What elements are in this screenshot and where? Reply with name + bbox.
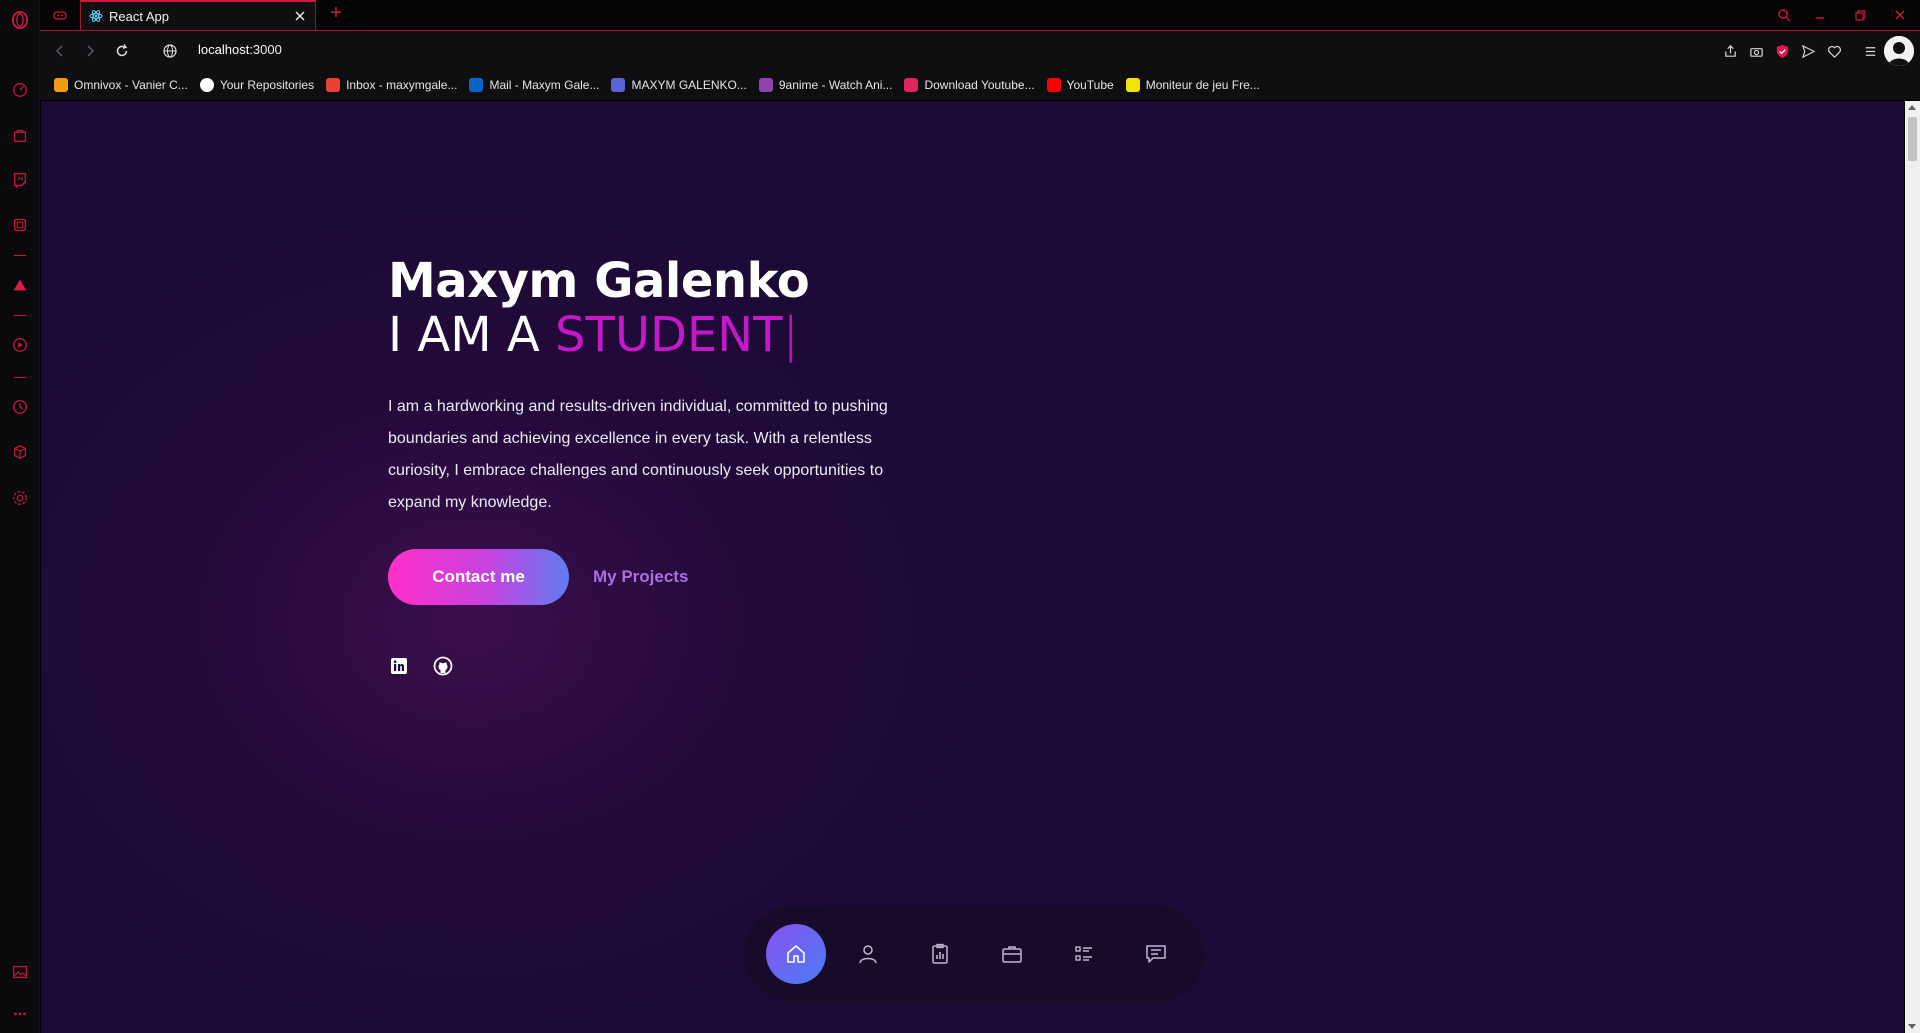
bookmark-item[interactable]: Download Youtube... xyxy=(904,77,1035,92)
github-icon xyxy=(199,77,214,92)
scroll-up-arrow[interactable] xyxy=(1908,105,1916,110)
browser-sidebar xyxy=(0,0,40,1033)
gamepad-icon[interactable] xyxy=(52,7,68,23)
share-icon[interactable] xyxy=(1720,41,1740,61)
youtube-icon xyxy=(1046,77,1061,92)
hero-section: Maxym Galenko I AM A STUDENT| I am a har… xyxy=(388,253,948,677)
hero-typewriter: I AM A STUDENT| xyxy=(388,309,948,361)
bookmark-heart-icon[interactable] xyxy=(1824,41,1844,61)
gmail-icon xyxy=(326,77,341,92)
react-favicon-icon xyxy=(89,9,103,23)
more-options-icon[interactable] xyxy=(10,1004,30,1024)
outlook-icon xyxy=(469,77,484,92)
list-icon xyxy=(1075,946,1092,961)
user-icon xyxy=(859,945,877,964)
nav-projects-button[interactable] xyxy=(1054,924,1114,984)
back-button[interactable] xyxy=(50,41,70,61)
sidebar-divider xyxy=(14,315,26,316)
hero-description: I am a hardworking and results-driven in… xyxy=(388,398,888,511)
game-panel-icon[interactable] xyxy=(10,215,30,235)
search-tabs-icon[interactable] xyxy=(1764,0,1804,30)
history-clock-icon[interactable] xyxy=(10,397,30,417)
scrollbar-thumb[interactable] xyxy=(1908,117,1917,161)
forward-button[interactable] xyxy=(80,41,100,61)
typed-role: STUDENT xyxy=(555,307,783,363)
download-icon xyxy=(904,77,919,92)
profile-avatar[interactable] xyxy=(1884,36,1914,66)
snapshot-camera-icon[interactable] xyxy=(1746,41,1766,61)
twitch-icon[interactable] xyxy=(10,170,30,190)
url-field[interactable]: localhost:3000 xyxy=(198,42,282,57)
new-tab-button[interactable]: + xyxy=(326,3,346,24)
typing-caret: | xyxy=(782,307,799,363)
minimize-button[interactable] xyxy=(1800,0,1840,30)
bookmark-item[interactable]: 9anime - Watch Ani... xyxy=(758,77,892,92)
briefcase-icon xyxy=(1002,946,1022,963)
home-icon xyxy=(787,945,805,963)
page-viewport: Maxym Galenko I AM A STUDENT| I am a har… xyxy=(41,101,1904,1033)
my-projects-link[interactable]: My Projects xyxy=(593,567,688,587)
contact-me-button[interactable]: Contact me xyxy=(388,549,569,605)
extensions-cube-icon[interactable] xyxy=(10,442,30,462)
bottom-nav-dock xyxy=(744,906,1204,1002)
omnivox-icon xyxy=(54,77,68,92)
chat-icon xyxy=(1146,945,1166,963)
close-window-button[interactable] xyxy=(1880,0,1920,30)
bookmark-item[interactable]: MAXYM GALENKO... xyxy=(611,77,747,92)
adblock-shield-icon[interactable] xyxy=(1772,41,1792,61)
reload-button[interactable] xyxy=(112,41,132,61)
page-scrollbar[interactable] xyxy=(1905,101,1920,1033)
game-monitor-icon xyxy=(1125,77,1140,92)
settings-gear-icon[interactable] xyxy=(10,488,30,508)
bookmark-item[interactable]: YouTube xyxy=(1046,77,1114,92)
sidebar-divider xyxy=(14,255,26,256)
linkedin-icon[interactable] xyxy=(388,655,410,677)
nav-home-button[interactable] xyxy=(766,924,826,984)
bookmark-item[interactable]: Mail - Maxym Gale... xyxy=(469,77,599,92)
close-tab-icon[interactable] xyxy=(293,9,307,23)
shopping-bag-icon[interactable] xyxy=(10,125,30,145)
easy-setup-icon[interactable] xyxy=(1860,41,1880,61)
send-icon[interactable] xyxy=(1798,41,1818,61)
scroll-down-arrow[interactable] xyxy=(1908,1024,1916,1029)
opera-logo-icon[interactable] xyxy=(10,10,30,30)
nav-about-button[interactable] xyxy=(838,924,898,984)
tab-title: React App xyxy=(109,8,169,24)
restore-button[interactable] xyxy=(1840,0,1880,30)
nav-work-button[interactable] xyxy=(982,924,1042,984)
bookmark-item[interactable]: Moniteur de jeu Fre... xyxy=(1125,77,1260,92)
bookmark-item[interactable]: Your Repositories xyxy=(199,77,314,92)
iam-prefix: I AM A xyxy=(388,307,540,363)
wallpaper-icon[interactable] xyxy=(10,962,30,982)
bookmark-item[interactable]: Inbox - maxymgale... xyxy=(326,77,457,92)
clipboard-chart-icon xyxy=(932,943,948,964)
nav-skills-button[interactable] xyxy=(910,924,970,984)
teams-icon xyxy=(611,77,626,92)
player-icon[interactable] xyxy=(10,335,30,355)
bookmarks-bar: Omnivox - Vanier C... Your Repositories … xyxy=(40,70,1920,100)
aria-icon[interactable] xyxy=(10,275,30,295)
social-links xyxy=(388,655,948,677)
github-icon[interactable] xyxy=(432,655,454,677)
bookmark-item[interactable]: Omnivox - Vanier C... xyxy=(54,77,188,92)
address-bar: localhost:3000 xyxy=(40,30,1920,70)
hero-name: Maxym Galenko xyxy=(388,253,810,309)
site-info-globe-icon[interactable] xyxy=(160,41,180,61)
cta-row: Contact me My Projects xyxy=(388,549,948,605)
sidebar-divider xyxy=(14,377,26,378)
tab-react-app[interactable]: React App xyxy=(80,0,316,30)
tab-strip: React App + xyxy=(40,0,1920,30)
9anime-play-icon xyxy=(758,77,773,92)
speed-dial-icon[interactable] xyxy=(10,80,30,100)
nav-contact-button[interactable] xyxy=(1126,924,1186,984)
